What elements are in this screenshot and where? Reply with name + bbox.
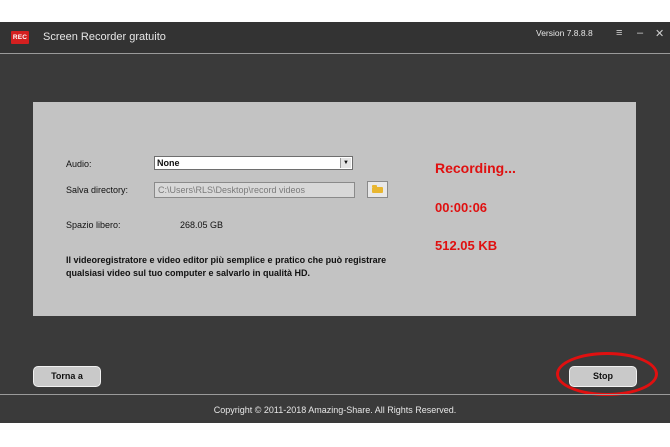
footer-divider [0, 394, 670, 395]
stop-button[interactable]: Stop [569, 366, 637, 387]
free-space-label: Spazio libero: [66, 220, 121, 230]
close-button[interactable]: ✕ [655, 27, 664, 40]
description-text: Il videoregistratore e video editor più … [66, 255, 387, 278]
recording-timer: 00:00:06 [435, 200, 488, 215]
back-button[interactable]: Torna a [33, 366, 101, 387]
audio-select-value: None [157, 158, 180, 168]
free-space-value: 268.05 GB [180, 220, 224, 230]
copyright-text: Copyright © 2011-2018 Amazing-Share. All… [213, 405, 457, 415]
title-bar: REC Screen Recorder gratuito Version 7.8… [0, 22, 670, 53]
minimize-button[interactable]: – [637, 27, 643, 39]
rec-logo-icon: REC [11, 31, 29, 44]
audio-label: Audio: [66, 159, 92, 169]
browse-folder-button[interactable] [367, 181, 388, 198]
audio-select[interactable]: None ▼ [154, 156, 353, 170]
folder-icon [372, 185, 383, 193]
version-label: Version 7.8.8.8 [536, 28, 593, 38]
app-window: REC Screen Recorder gratuito Version 7.8… [0, 22, 670, 423]
dir-label: Salva directory: [66, 185, 129, 195]
settings-panel: Audio: None ▼ Salva directory: C:\Users\… [33, 102, 636, 316]
menu-icon[interactable]: ≡ [616, 27, 622, 39]
directory-field[interactable]: C:\Users\RLS\Desktop\record videos [154, 182, 355, 198]
recording-size: 512.05 KB [435, 238, 498, 253]
title-divider [0, 53, 670, 54]
app-title: Screen Recorder gratuito [43, 31, 166, 43]
recording-status: Recording... [435, 160, 516, 176]
logo-text: REC [12, 34, 28, 41]
chevron-down-icon: ▼ [340, 158, 351, 168]
